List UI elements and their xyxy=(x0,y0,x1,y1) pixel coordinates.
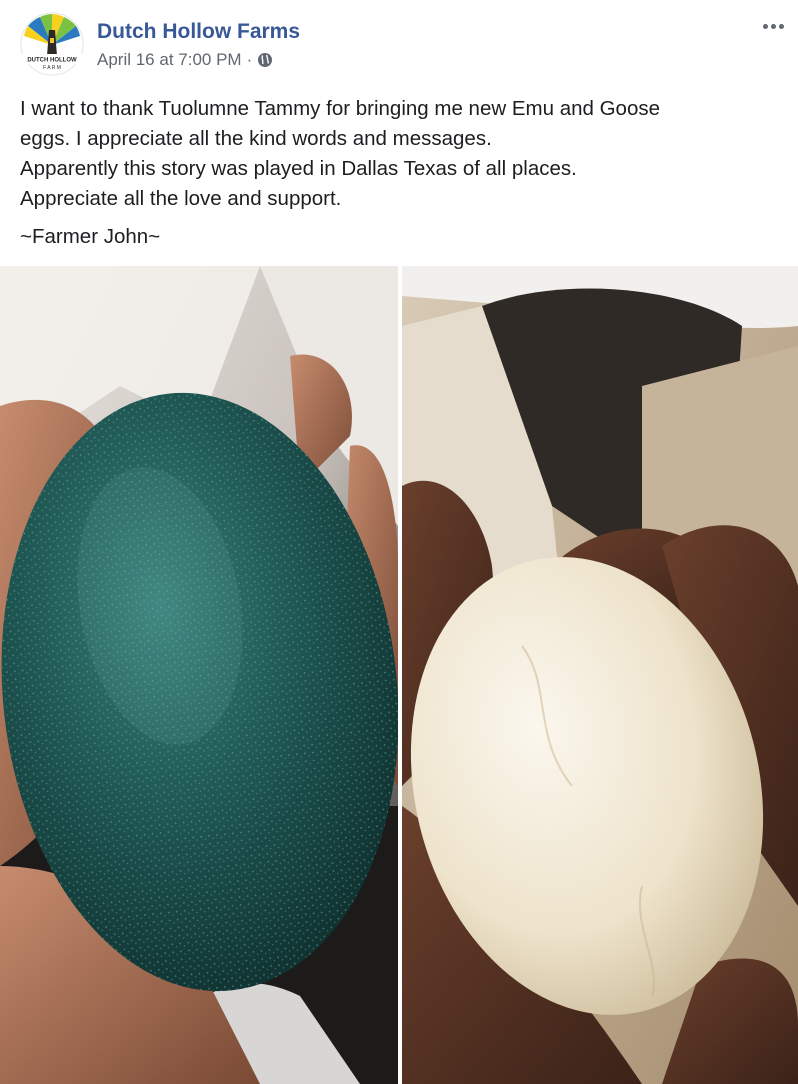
post-line: Apparently this story was played in Dall… xyxy=(20,157,577,180)
post-line: Appreciate all the love and support. xyxy=(20,187,342,210)
post-line: eggs. I appreciate all the kind words an… xyxy=(20,127,492,150)
globe-icon[interactable] xyxy=(257,52,273,68)
logo-text: DUTCH HOLLOW xyxy=(27,58,77,64)
meta-separator: · xyxy=(246,50,253,69)
post-meta: April 16 at 7:00 PM · xyxy=(97,50,273,70)
post-line: I want to thank Tuolumne Tammy for bring… xyxy=(20,97,661,120)
logo-subtext: F A R M xyxy=(43,65,61,71)
post-signoff: ~Farmer John~ xyxy=(20,225,161,248)
post-timestamp[interactable]: April 16 at 7:00 PM xyxy=(97,50,242,70)
page-name-link[interactable]: Dutch Hollow Farms xyxy=(97,20,300,44)
farm-logo: DUTCH HOLLOW F A R M xyxy=(20,12,84,76)
more-options-button[interactable] xyxy=(758,16,788,36)
photo-emu-egg[interactable] xyxy=(0,266,398,1084)
post-body: I want to thank Tuolumne Tammy for bring… xyxy=(20,94,780,252)
photo-goose-egg[interactable] xyxy=(402,266,798,1084)
avatar[interactable]: DUTCH HOLLOW F A R M xyxy=(20,12,84,76)
ellipsis-icon xyxy=(762,23,768,29)
post-header: DUTCH HOLLOW F A R M Dutch Hollow Farms … xyxy=(0,0,798,90)
